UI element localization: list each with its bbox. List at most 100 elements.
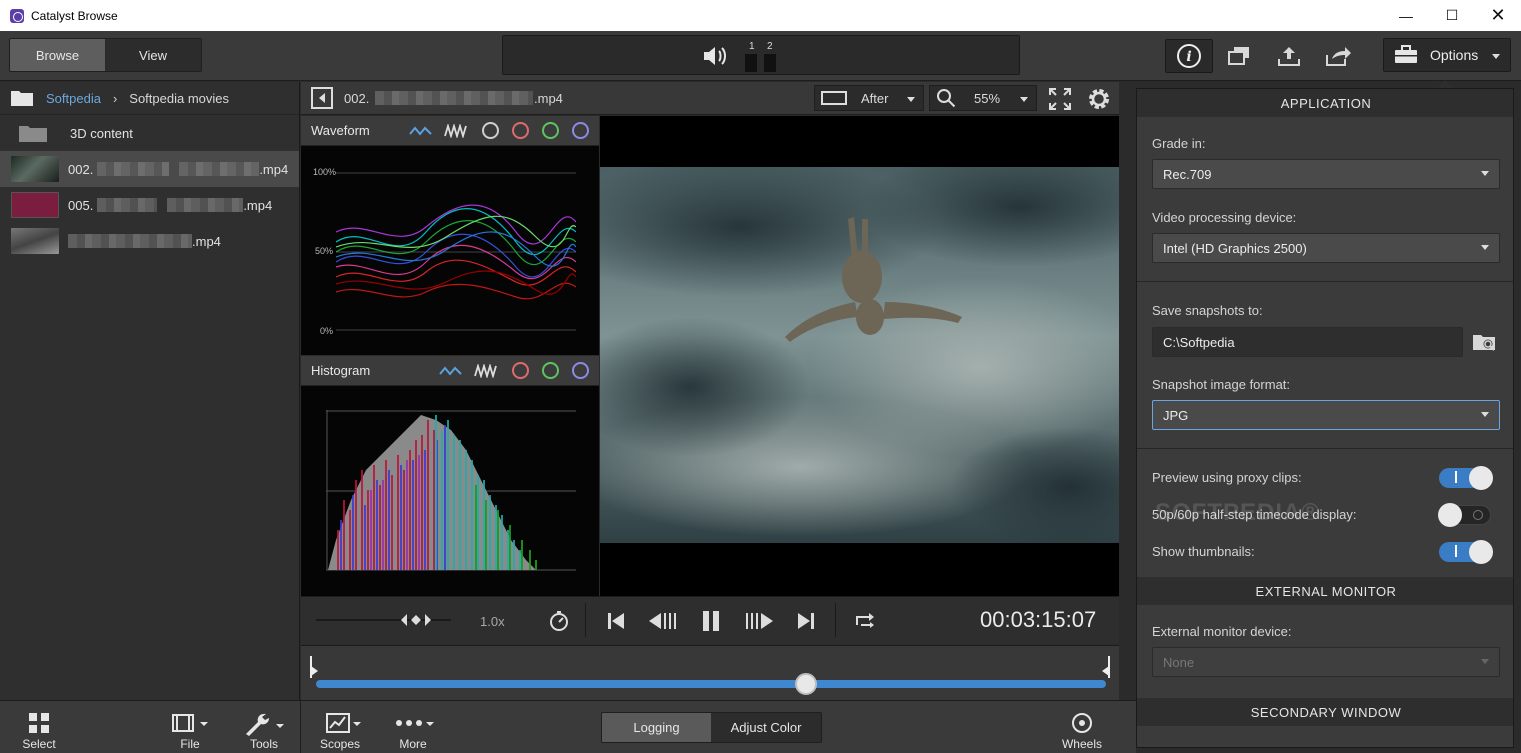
timeline-track[interactable] — [316, 680, 1106, 688]
breadcrumb-separator-icon: › — [112, 90, 118, 106]
go-to-start-icon[interactable] — [606, 612, 626, 630]
external-monitor-select[interactable]: None — [1152, 647, 1500, 677]
maximize-button[interactable]: ☐ — [1429, 0, 1475, 31]
breadcrumb-root-link[interactable]: Softpedia — [46, 91, 101, 106]
proxy-toggle[interactable] — [1439, 466, 1493, 490]
snapshots-path-input[interactable]: C:\Softpedia — [1152, 327, 1463, 357]
close-button[interactable]: ✕ — [1475, 0, 1521, 31]
tab-browse[interactable]: Browse — [10, 39, 105, 71]
divider — [835, 603, 836, 637]
media-browser: Softpedia › Softpedia movies 3D content … — [0, 82, 300, 700]
tools-menu-button[interactable]: Tools — [234, 707, 294, 751]
stopwatch-icon[interactable] — [548, 610, 570, 632]
format-value: JPG — [1163, 407, 1189, 423]
grade-in-value: Rec.709 — [1163, 166, 1212, 182]
step-forward-icon[interactable] — [745, 612, 775, 630]
collapse-panel-icon[interactable] — [311, 87, 333, 109]
blurred-filename — [375, 91, 533, 105]
device-select[interactable]: Intel (HD Graphics 2500) — [1152, 233, 1500, 263]
toggle-off-mark — [1473, 510, 1483, 520]
external-monitor-section-header: EXTERNAL MONITOR — [1137, 577, 1513, 605]
waveform-tick: 50% — [315, 246, 334, 256]
divider — [300, 701, 301, 753]
tab-view[interactable]: View — [105, 39, 201, 71]
blue-channel-toggle[interactable] — [572, 362, 589, 379]
chevron-down-icon — [1481, 245, 1489, 250]
select-label: Select — [22, 737, 56, 751]
chevron-down-icon — [907, 97, 915, 102]
toggle-knob — [1469, 540, 1493, 564]
go-to-end-icon[interactable] — [796, 612, 816, 630]
halfstep-toggle[interactable] — [1438, 503, 1491, 527]
audio-meter-panel: 1 2 — [502, 35, 1020, 75]
tab-adjust-color[interactable]: Adjust Color — [711, 713, 821, 742]
thumbnails-toggle[interactable] — [1439, 540, 1493, 564]
info-button[interactable]: i — [1165, 39, 1213, 73]
view-mode-dropdown[interactable]: After — [814, 85, 924, 111]
timecode-display: 00:03:15:07 — [980, 607, 1097, 632]
out-point-marker-icon[interactable] — [1101, 656, 1111, 678]
file-menu-button[interactable]: File — [160, 707, 220, 751]
audio-meter-1 — [745, 54, 757, 72]
clip-thumbnail — [11, 156, 59, 182]
blurred-filename — [97, 198, 158, 212]
speaker-icon[interactable] — [702, 45, 730, 67]
in-point-marker-icon[interactable] — [309, 656, 319, 678]
file-row[interactable]: 002. .mp4 — [0, 151, 299, 187]
select-button[interactable]: Select — [9, 707, 69, 751]
grid-icon — [29, 713, 49, 733]
zoom-dropdown[interactable]: 55% — [929, 85, 1037, 111]
export-button[interactable] — [1316, 39, 1360, 73]
breadcrumb-current: Softpedia movies — [129, 90, 230, 106]
file-row[interactable]: .mp4 — [0, 223, 299, 259]
green-channel-toggle[interactable] — [542, 362, 559, 379]
playhead-handle[interactable] — [794, 673, 817, 695]
video-viewer — [600, 116, 1119, 596]
file-name-suffix: .mp4 — [243, 197, 273, 213]
pause-icon[interactable] — [701, 610, 721, 632]
overlay-mode-icon[interactable] — [409, 125, 433, 137]
parade-mode-icon[interactable] — [474, 364, 498, 378]
folder-row[interactable]: 3D content — [0, 115, 299, 151]
shuttle-handle-icon[interactable] — [401, 613, 431, 627]
more-menu-button[interactable]: More — [383, 707, 443, 751]
scope-chart-icon — [326, 713, 361, 733]
upload-icon — [1278, 47, 1300, 66]
blue-channel-toggle[interactable] — [572, 122, 589, 139]
overlay-mode-icon[interactable] — [439, 365, 463, 377]
browse-folder-icon[interactable] — [1472, 332, 1498, 352]
parade-mode-icon[interactable] — [444, 124, 468, 138]
gear-icon[interactable] — [1085, 85, 1113, 113]
red-channel-toggle[interactable] — [512, 362, 529, 379]
chevron-down-icon — [1481, 659, 1489, 664]
timeline — [301, 645, 1119, 700]
format-select[interactable]: JPG — [1152, 400, 1500, 430]
wheels-button[interactable]: Wheels — [1052, 707, 1112, 751]
scopes-menu-button[interactable]: Scopes — [310, 707, 370, 751]
green-channel-toggle[interactable] — [542, 122, 559, 139]
waveform-header: Waveform — [301, 116, 599, 146]
browse-view-switch: Browse View — [9, 38, 202, 72]
options-button[interactable]: Options — [1383, 38, 1511, 72]
chevron-down-icon — [1481, 171, 1489, 176]
grade-in-select[interactable]: Rec.709 — [1152, 159, 1500, 189]
color-wheel-icon — [1072, 713, 1092, 733]
tab-logging[interactable]: Logging — [602, 713, 711, 742]
file-row[interactable]: 005. .mp4 — [0, 187, 299, 223]
divider — [585, 603, 586, 637]
waveform-title: Waveform — [311, 123, 370, 138]
frame-icon — [821, 91, 847, 105]
window-title: Catalyst Browse — [31, 8, 118, 23]
upload-button[interactable] — [1267, 39, 1311, 73]
blurred-filename — [97, 162, 170, 176]
step-back-icon[interactable] — [647, 612, 677, 630]
toggle-on-mark — [1455, 471, 1457, 483]
loop-icon[interactable] — [853, 611, 877, 631]
red-channel-toggle[interactable] — [512, 122, 529, 139]
more-dots-icon — [396, 720, 434, 726]
minimize-button[interactable]: — — [1383, 0, 1429, 31]
luma-channel-toggle[interactable] — [482, 122, 499, 139]
fullscreen-icon[interactable] — [1048, 87, 1072, 111]
copy-button[interactable] — [1217, 39, 1261, 73]
chevron-down-icon — [1492, 54, 1500, 59]
